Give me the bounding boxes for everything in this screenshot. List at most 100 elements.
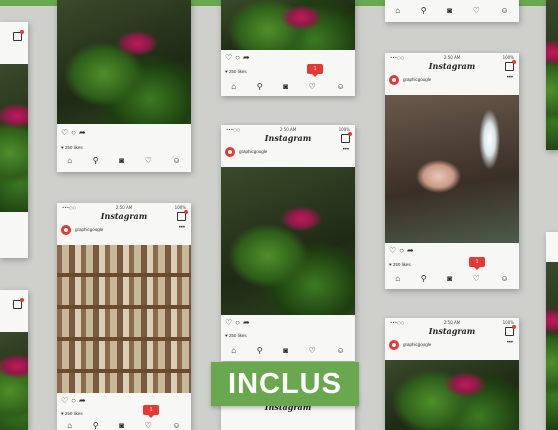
share-icon[interactable]: ➦ [79,396,86,405]
direct-message-icon[interactable] [13,298,24,309]
comment-icon[interactable]: ○ [235,318,240,327]
avatar[interactable] [61,225,71,235]
like-icon[interactable]: ♡ [225,318,232,327]
bottom-nav: ⌂ ⚲ ◙ ♡ ☺ [385,274,519,284]
username[interactable]: graphicgoogle [75,227,103,232]
app-title: Instagram [100,211,148,221]
profile-icon[interactable]: ☺ [500,274,508,284]
post-header: graphicgoogle ••• [61,225,191,235]
instagram-post-mockup [0,290,28,430]
search-icon[interactable]: ⚲ [93,421,99,430]
home-icon[interactable]: ⌂ [395,6,400,16]
post-photo [0,64,28,212]
instagram-post-mockup [0,22,28,258]
comment-icon[interactable]: ○ [399,246,404,255]
inclus-badge: INCLUS [211,362,359,406]
camera-icon[interactable]: ◙ [119,156,124,166]
app-title: Instagram [428,61,476,71]
share-icon[interactable]: ➦ [407,246,414,255]
app-title: Instagram [428,326,476,336]
likes-count: ♥ 250 likes [389,262,411,267]
like-icon[interactable]: ♡ [225,53,232,62]
notification-badge: 1 [307,64,323,77]
search-icon[interactable]: ⚲ [257,82,263,92]
post-actions: ♡ ○ ➦ [389,246,417,255]
post-header: graphicgoogle ••• [389,340,519,350]
username[interactable]: graphicgoogle [403,342,431,347]
share-icon[interactable]: ➦ [79,128,86,137]
comment-icon[interactable]: ○ [71,396,76,405]
more-options-icon[interactable]: ••• [179,225,185,231]
username[interactable]: graphicgoogle [403,77,431,82]
instagram-post-mockup [546,232,558,430]
heart-icon[interactable]: ♡ [309,82,316,92]
likes-count: ♥ 250 likes [225,333,247,338]
profile-icon[interactable]: ☺ [172,156,180,166]
share-icon[interactable]: ➦ [243,318,250,327]
instagram-post-mockup: •••○○ 2:50 AM 100% Instagram graphicgoogle… [385,53,519,289]
post-photo [57,0,191,124]
heart-icon[interactable]: ♡ [145,421,152,430]
like-icon[interactable]: ♡ [389,246,396,255]
bottom-nav: ⌂ ⚲ ◙ ♡ ☺ [221,82,355,92]
more-options-icon[interactable]: ••• [507,340,513,346]
bottom-nav: ⌂ ⚲ ◙ ♡ ☺ [221,346,355,356]
camera-icon[interactable]: ◙ [283,82,288,92]
avatar[interactable] [225,147,235,157]
post-actions: ♡ ○ ➦ [225,53,253,62]
avatar[interactable] [389,75,399,85]
comment-icon[interactable]: ○ [71,128,76,137]
search-icon[interactable]: ⚲ [421,274,427,284]
direct-message-icon[interactable] [505,325,516,336]
instagram-post-mockup: •••○○ 2:50 AM 100% Instagram graphicgoogle… [221,125,355,361]
post-photo [546,0,558,150]
profile-icon[interactable]: ☺ [172,421,180,430]
home-icon[interactable]: ⌂ [395,274,400,284]
home-icon[interactable]: ⌂ [231,346,236,356]
post-actions: ♡ ○ ➦ [225,318,253,327]
comment-icon[interactable]: ○ [235,53,240,62]
instagram-post-mockup: •••○○ 2:50 AM 100% Instagram graphicgoogle… [57,203,191,430]
username[interactable]: graphicgoogle [239,149,267,154]
post-actions: ♡ ○ ➦ [61,128,89,137]
app-title: Instagram [264,133,312,143]
post-actions: ♡ ○ ➦ [61,396,89,405]
home-icon[interactable]: ⌂ [67,156,72,166]
heart-icon[interactable]: ♡ [145,156,152,166]
search-icon[interactable]: ⚲ [421,6,427,16]
post-photo [385,360,519,430]
like-icon[interactable]: ♡ [61,128,68,137]
instagram-post-mockup: ⌂ ⚲ ◙ ♡ ☺ [385,0,519,22]
home-icon[interactable]: ⌂ [67,421,72,430]
search-icon[interactable]: ⚲ [93,156,99,166]
camera-icon[interactable]: ◙ [283,346,288,356]
direct-message-icon[interactable] [177,210,188,221]
bottom-nav: ⌂ ⚲ ◙ ♡ ☺ [385,6,519,16]
profile-icon[interactable]: ☺ [336,346,344,356]
notification-badge: 1 [143,405,159,418]
direct-message-icon[interactable] [341,132,352,143]
like-icon[interactable]: ♡ [61,396,68,405]
heart-icon[interactable]: ♡ [309,346,316,356]
post-photo [385,95,519,243]
more-options-icon[interactable]: ••• [343,147,349,153]
post-photo [0,332,28,430]
heart-icon[interactable]: ♡ [473,6,480,16]
profile-icon[interactable]: ☺ [336,82,344,92]
direct-message-icon[interactable] [13,30,24,41]
post-photo [221,167,355,315]
direct-message-icon[interactable] [505,60,516,71]
home-icon[interactable]: ⌂ [231,82,236,92]
search-icon[interactable]: ⚲ [257,346,263,356]
post-photo [546,262,558,430]
camera-icon[interactable]: ◙ [447,6,452,16]
more-options-icon[interactable]: ••• [507,75,513,81]
camera-icon[interactable]: ◙ [447,274,452,284]
camera-icon[interactable]: ◙ [119,421,124,430]
share-icon[interactable]: ➦ [243,53,250,62]
heart-icon[interactable]: ♡ [473,274,480,284]
notification-badge: 1 [469,257,485,270]
instagram-post-mockup: ♡ ○ ➦ ♥ 250 likes ⌂ ⚲ ◙ ♡ ☺ [57,0,191,172]
avatar[interactable] [389,340,399,350]
profile-icon[interactable]: ☺ [500,6,508,16]
